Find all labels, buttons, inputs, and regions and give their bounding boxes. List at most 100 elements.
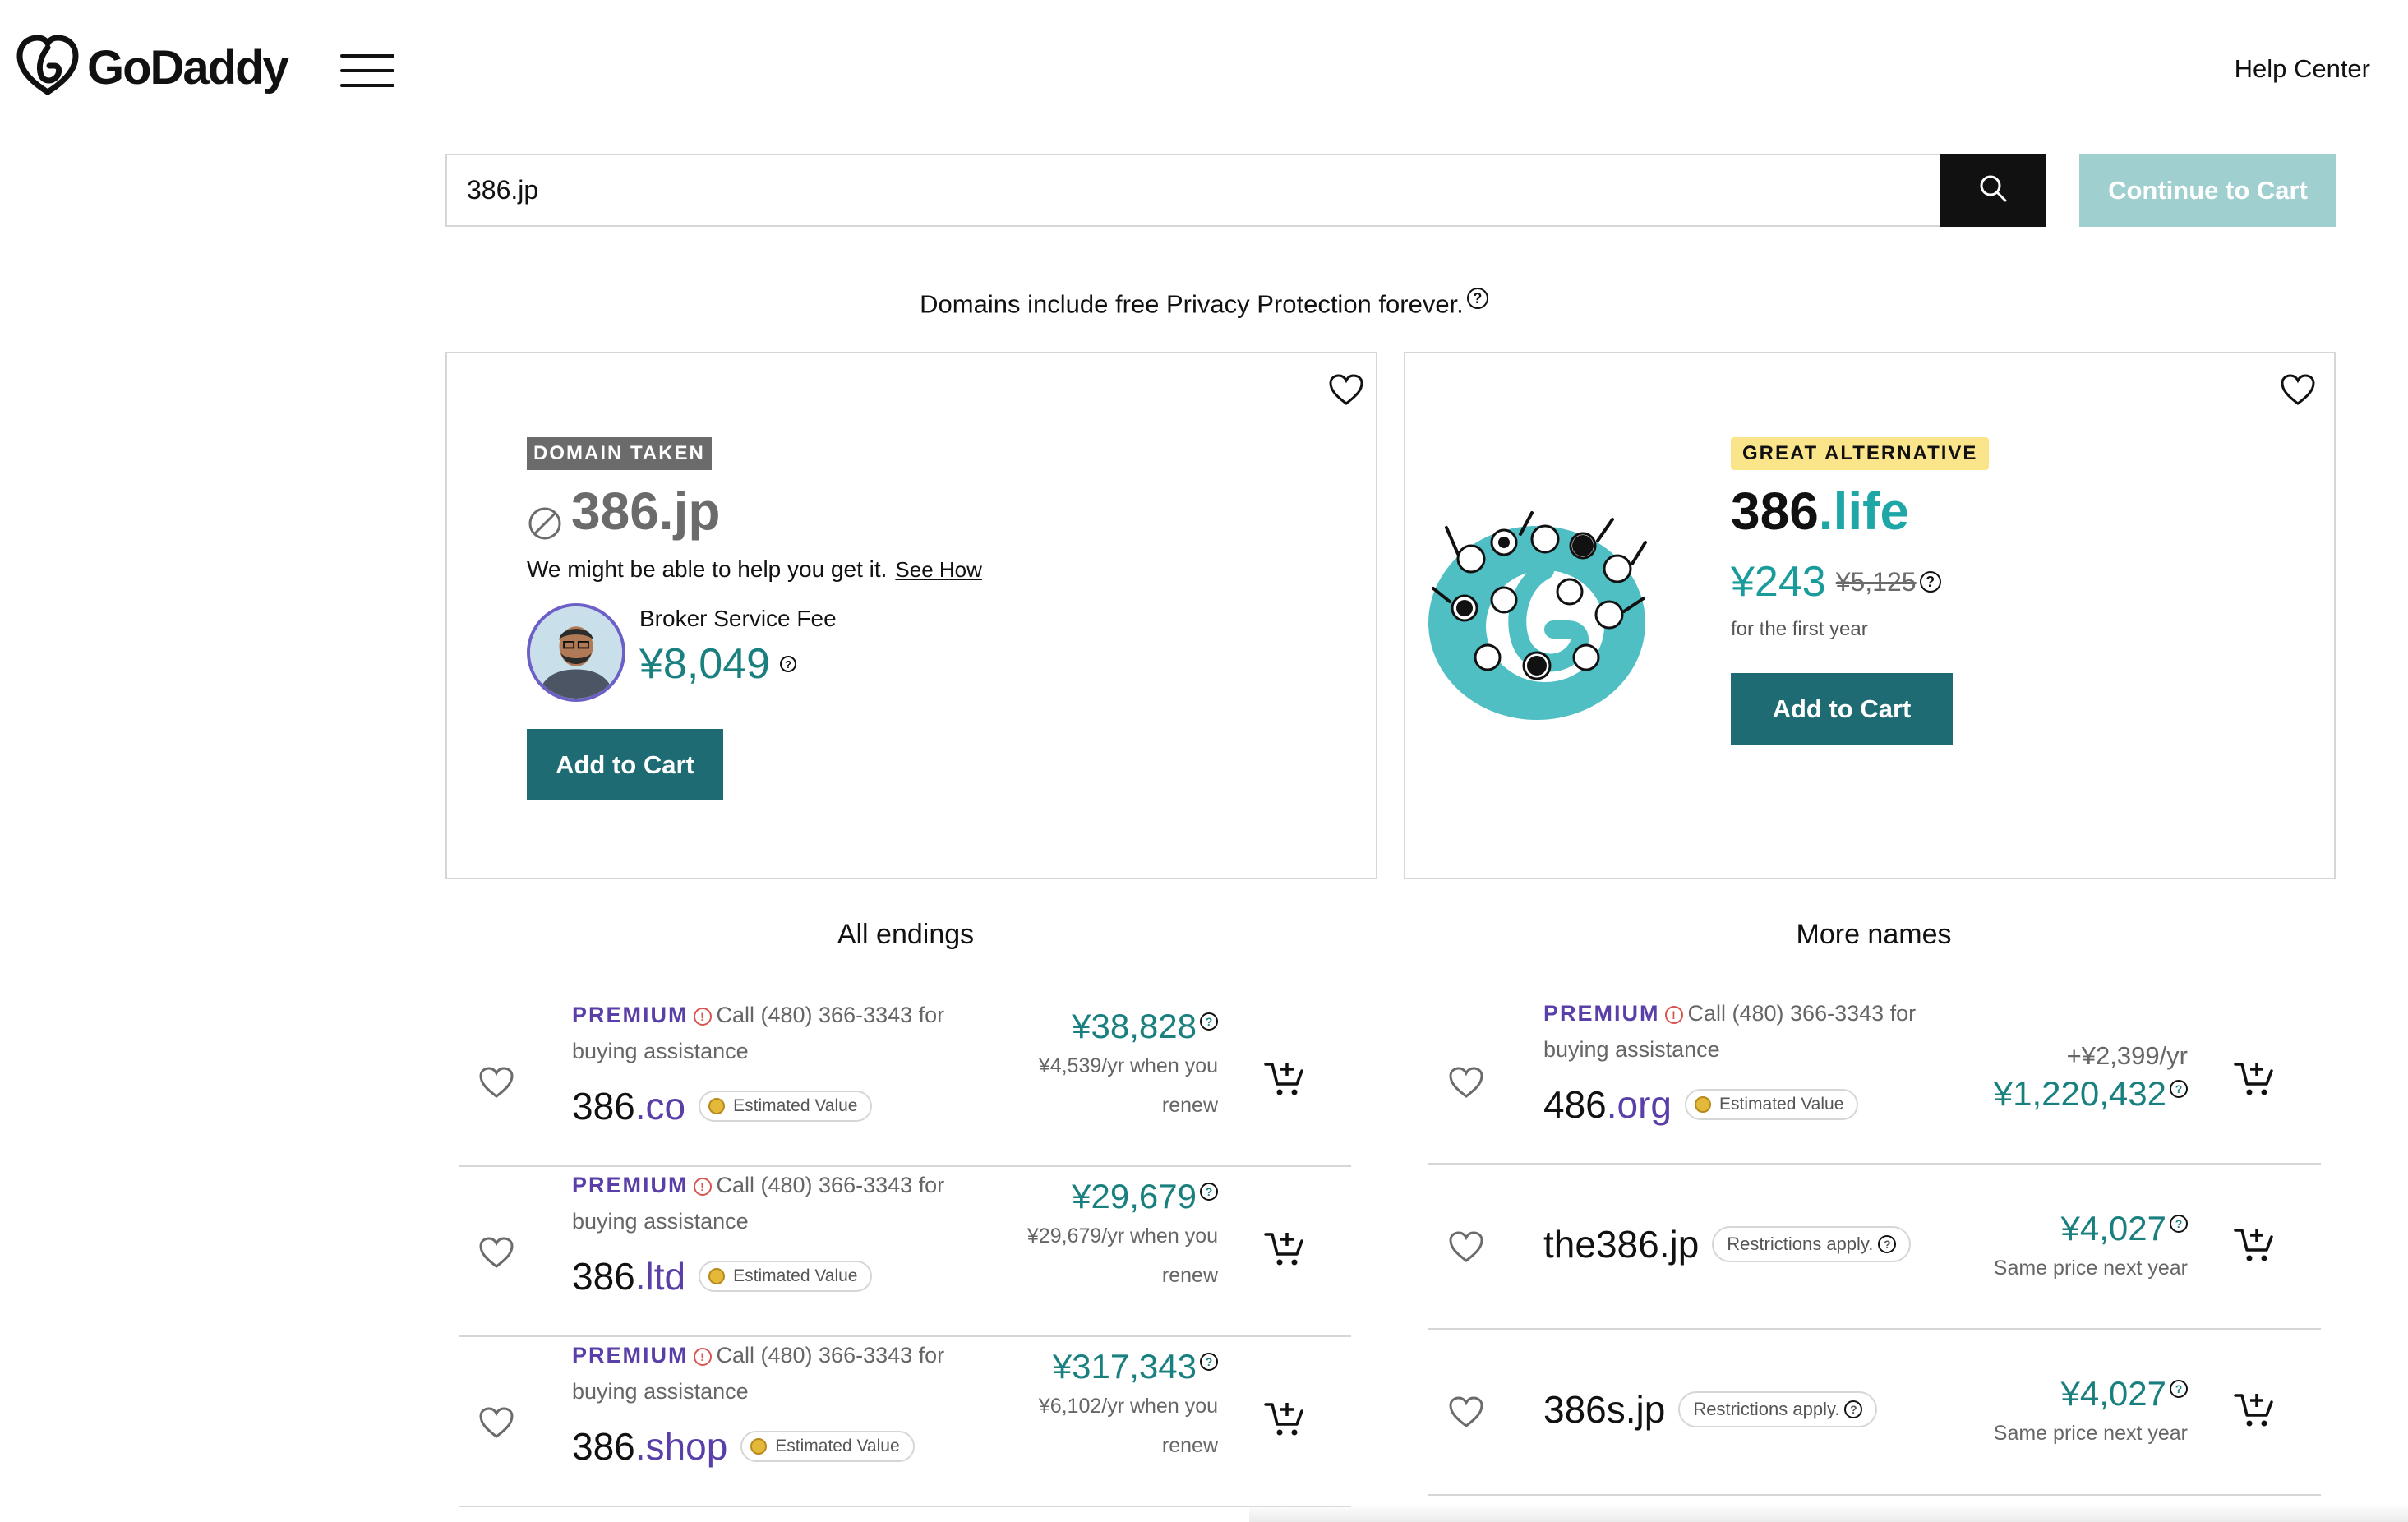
info-question-icon[interactable]: ? xyxy=(2170,1080,2188,1098)
info-question-icon[interactable]: ? xyxy=(1844,1400,1863,1418)
favorite-heart-icon[interactable] xyxy=(478,1236,514,1269)
info-question-icon[interactable]: ? xyxy=(780,656,797,672)
renewal-note: Same price next year xyxy=(1993,1422,2188,1445)
add-to-cart-icon[interactable] xyxy=(2234,1225,2275,1263)
domain-taken-card: DOMAIN TAKEN 386.jp We might be able to … xyxy=(445,352,1377,879)
favorite-heart-icon[interactable] xyxy=(2280,373,2316,406)
coin-icon xyxy=(750,1438,768,1455)
alert-icon: ! xyxy=(693,1178,712,1196)
broker-service-label: Broker Service Fee xyxy=(639,606,837,631)
see-how-link[interactable]: See How xyxy=(895,557,982,582)
premium-assist-line: PREMIUM! Call (480) 366-3343 for buying a… xyxy=(1543,995,1971,1068)
domain-result-row: PREMIUM! Call (480) 366-3343 for buying a… xyxy=(1428,997,2321,1165)
search-input[interactable] xyxy=(447,175,1941,205)
result-price: ¥29,679? ¥29,679/yr when you renew xyxy=(1004,1177,1218,1295)
coin-icon xyxy=(708,1098,726,1114)
info-question-icon[interactable]: ? xyxy=(1200,1012,1218,1031)
premium-assist-line: PREMIUM! Call (480) 366-3343 for buying a… xyxy=(572,997,999,1069)
domain-result-row: the386.jp Restrictions apply.? ¥4,027? S… xyxy=(1428,1165,2321,1330)
broker-price: ¥8,049? xyxy=(639,639,797,689)
price-value: ¥4,027 xyxy=(2060,1209,2166,1248)
great-alternative-badge: GREAT ALTERNATIVE xyxy=(1731,437,1990,470)
help-question-icon[interactable]: ? xyxy=(1466,288,1488,309)
info-question-icon[interactable]: ? xyxy=(1200,1353,1218,1371)
godaddy-logo[interactable]: GoDaddy xyxy=(15,33,289,103)
domain-result-row: PREMIUM! Call (480) 366-3343 for buying a… xyxy=(459,1337,1351,1507)
add-to-cart-button[interactable]: Add to Cart xyxy=(527,729,723,800)
renew-price: ¥6,102/yr when you renew xyxy=(1038,1395,1218,1457)
info-question-icon[interactable]: ? xyxy=(2170,1215,2188,1233)
add-to-cart-button[interactable]: Add to Cart xyxy=(1731,673,1953,745)
crowd-illustration xyxy=(1422,510,1652,723)
domain-search-field[interactable] xyxy=(445,154,1941,227)
search-icon xyxy=(1977,173,2009,208)
result-domain[interactable]: 386 .co Estimated Value xyxy=(572,1084,873,1128)
favorite-heart-icon[interactable] xyxy=(478,1066,514,1099)
alt-price-original: ¥5,125 xyxy=(1835,566,1917,597)
coin-icon xyxy=(1695,1096,1712,1113)
add-to-cart-icon[interactable] xyxy=(1264,1229,1305,1267)
favorite-heart-icon[interactable] xyxy=(1328,373,1364,406)
alt-price-current: ¥243 xyxy=(1731,558,1826,606)
estimated-value-badge[interactable]: Estimated Value xyxy=(699,1091,873,1122)
premium-label: PREMIUM xyxy=(572,1173,689,1197)
top-header: GoDaddy Help Center xyxy=(0,0,2408,131)
help-text: We might be able to help you get it. xyxy=(527,556,888,582)
renew-price: ¥4,539/yr when you renew xyxy=(1038,1054,1218,1117)
favorite-heart-icon[interactable] xyxy=(478,1406,514,1439)
estimated-value-badge[interactable]: Estimated Value xyxy=(699,1261,873,1292)
premium-assist-line: PREMIUM! Call (480) 366-3343 for buying a… xyxy=(572,1167,999,1239)
estimated-value-label: Estimated Value xyxy=(733,1096,858,1115)
restrictions-badge[interactable]: Restrictions apply.? xyxy=(1712,1226,1912,1262)
domain-tld: .shop xyxy=(634,1425,728,1468)
result-domain[interactable]: 386s.jp Restrictions apply.? xyxy=(1543,1387,1878,1432)
alt-sld: 386 xyxy=(1731,482,1819,541)
restrictions-badge[interactable]: Restrictions apply.? xyxy=(1678,1391,1878,1427)
premium-label: PREMIUM xyxy=(572,1343,689,1367)
favorite-heart-icon[interactable] xyxy=(1448,1066,1484,1099)
result-domain[interactable]: 386 .ltd Estimated Value xyxy=(572,1254,873,1298)
info-question-icon[interactable]: ? xyxy=(1878,1235,1897,1253)
privacy-note: Domains include free Privacy Protection … xyxy=(0,288,2408,319)
taken-domain-name: 386.jp xyxy=(527,481,720,542)
add-to-cart-icon[interactable] xyxy=(1264,1400,1305,1437)
continue-to-cart-button[interactable]: Continue to Cart xyxy=(2079,154,2336,227)
add-to-cart-icon[interactable] xyxy=(2234,1391,2275,1428)
favorite-heart-icon[interactable] xyxy=(1448,1395,1484,1428)
broker-avatar xyxy=(527,603,625,702)
domain-sld: 386 xyxy=(572,1425,635,1468)
result-domain[interactable]: 386 .shop Estimated Value xyxy=(572,1424,915,1469)
price-value: ¥38,828 xyxy=(1072,1007,1197,1045)
all-endings-heading: All endings xyxy=(837,919,975,950)
info-question-icon[interactable]: ? xyxy=(1919,571,1941,593)
result-price: +¥2,399/yr ¥1,220,432? xyxy=(1941,1038,2188,1114)
result-price: ¥38,828? ¥4,539/yr when you renew xyxy=(1004,1007,1218,1125)
estimated-value-badge[interactable]: Estimated Value xyxy=(740,1431,915,1462)
alternative-price: ¥243 ¥5,125 ? xyxy=(1731,557,1941,606)
domain-result-row: 386s.jp Restrictions apply.? ¥4,027? Sam… xyxy=(1428,1330,2321,1496)
help-center-link[interactable]: Help Center xyxy=(2235,54,2370,84)
add-to-cart-icon[interactable] xyxy=(1264,1059,1305,1097)
add-to-cart-icon[interactable] xyxy=(2234,1059,2275,1097)
alert-icon: ! xyxy=(693,1348,712,1366)
result-domain[interactable]: the386.jp Restrictions apply.? xyxy=(1543,1222,1912,1266)
favorite-heart-icon[interactable] xyxy=(1448,1230,1484,1263)
estimated-value-badge[interactable]: Estimated Value xyxy=(1685,1089,1859,1120)
hamburger-menu-icon[interactable] xyxy=(340,54,394,87)
restrictions-label: Restrictions apply. xyxy=(1727,1234,1874,1254)
search-button[interactable] xyxy=(1940,154,2046,227)
domain-name: 386s.jp xyxy=(1543,1388,1666,1431)
alt-tld: .life xyxy=(1818,482,1910,541)
info-question-icon[interactable]: ? xyxy=(1200,1183,1218,1201)
domain-tld: .org xyxy=(1606,1083,1672,1126)
godaddy-logo-icon xyxy=(15,33,81,103)
renew-price: ¥29,679/yr when you renew xyxy=(1026,1225,1218,1287)
result-domain[interactable]: 486 .org Estimated Value xyxy=(1543,1082,1859,1127)
price-value: ¥29,679 xyxy=(1072,1177,1197,1215)
info-question-icon[interactable]: ? xyxy=(2170,1380,2188,1398)
domain-name: the386.jp xyxy=(1543,1223,1700,1266)
alert-icon: ! xyxy=(693,1008,712,1026)
premium-label: PREMIUM xyxy=(572,1003,689,1027)
domain-tld: .ltd xyxy=(634,1255,686,1298)
domain-tld: .co xyxy=(634,1085,686,1128)
